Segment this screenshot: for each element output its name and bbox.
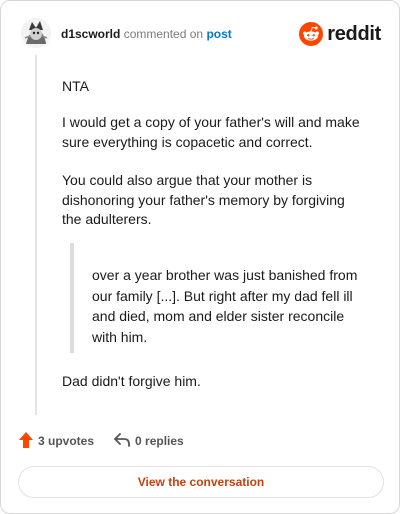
thread-line[interactable] <box>35 55 37 415</box>
comment-footer: 3 upvotes 0 replies <box>19 431 184 451</box>
comment-paragraph: I would get a copy of your father's will… <box>62 114 360 150</box>
embedded-comment-card: d1scworld commented on post reddit NTA I… <box>0 0 400 514</box>
avatar-icon <box>21 18 51 48</box>
reddit-brand[interactable]: reddit <box>299 20 381 48</box>
view-conversation-button[interactable]: View the conversation <box>18 466 384 498</box>
comment-byline: d1scworld commented on post <box>61 26 232 42</box>
upvote-arrow-icon[interactable] <box>19 431 33 451</box>
quote-text: over a year brother was just banished fr… <box>92 267 358 345</box>
upvote-control[interactable]: 3 upvotes <box>19 431 95 451</box>
upvote-count: 3 upvotes <box>38 434 95 448</box>
reply-arrow-icon[interactable] <box>114 432 130 450</box>
reddit-logo-icon <box>299 22 324 46</box>
comment-paragraph: NTA <box>62 78 89 94</box>
replies-control[interactable]: 0 replies <box>114 432 184 450</box>
comment-paragraph: You could also argue that your mother is… <box>62 172 345 227</box>
comment-closing: Dad didn't forgive him. <box>62 373 201 389</box>
reply-count: 0 replies <box>135 434 184 448</box>
brand-wordmark: reddit <box>327 22 381 45</box>
username-link[interactable]: d1scworld <box>61 27 120 41</box>
commented-on-text: commented on <box>123 27 204 41</box>
blockquote: over a year brother was just banished fr… <box>70 243 370 353</box>
comment-header: d1scworld commented on post reddit <box>21 18 381 50</box>
post-link[interactable]: post <box>206 27 231 41</box>
avatar[interactable] <box>21 18 51 48</box>
